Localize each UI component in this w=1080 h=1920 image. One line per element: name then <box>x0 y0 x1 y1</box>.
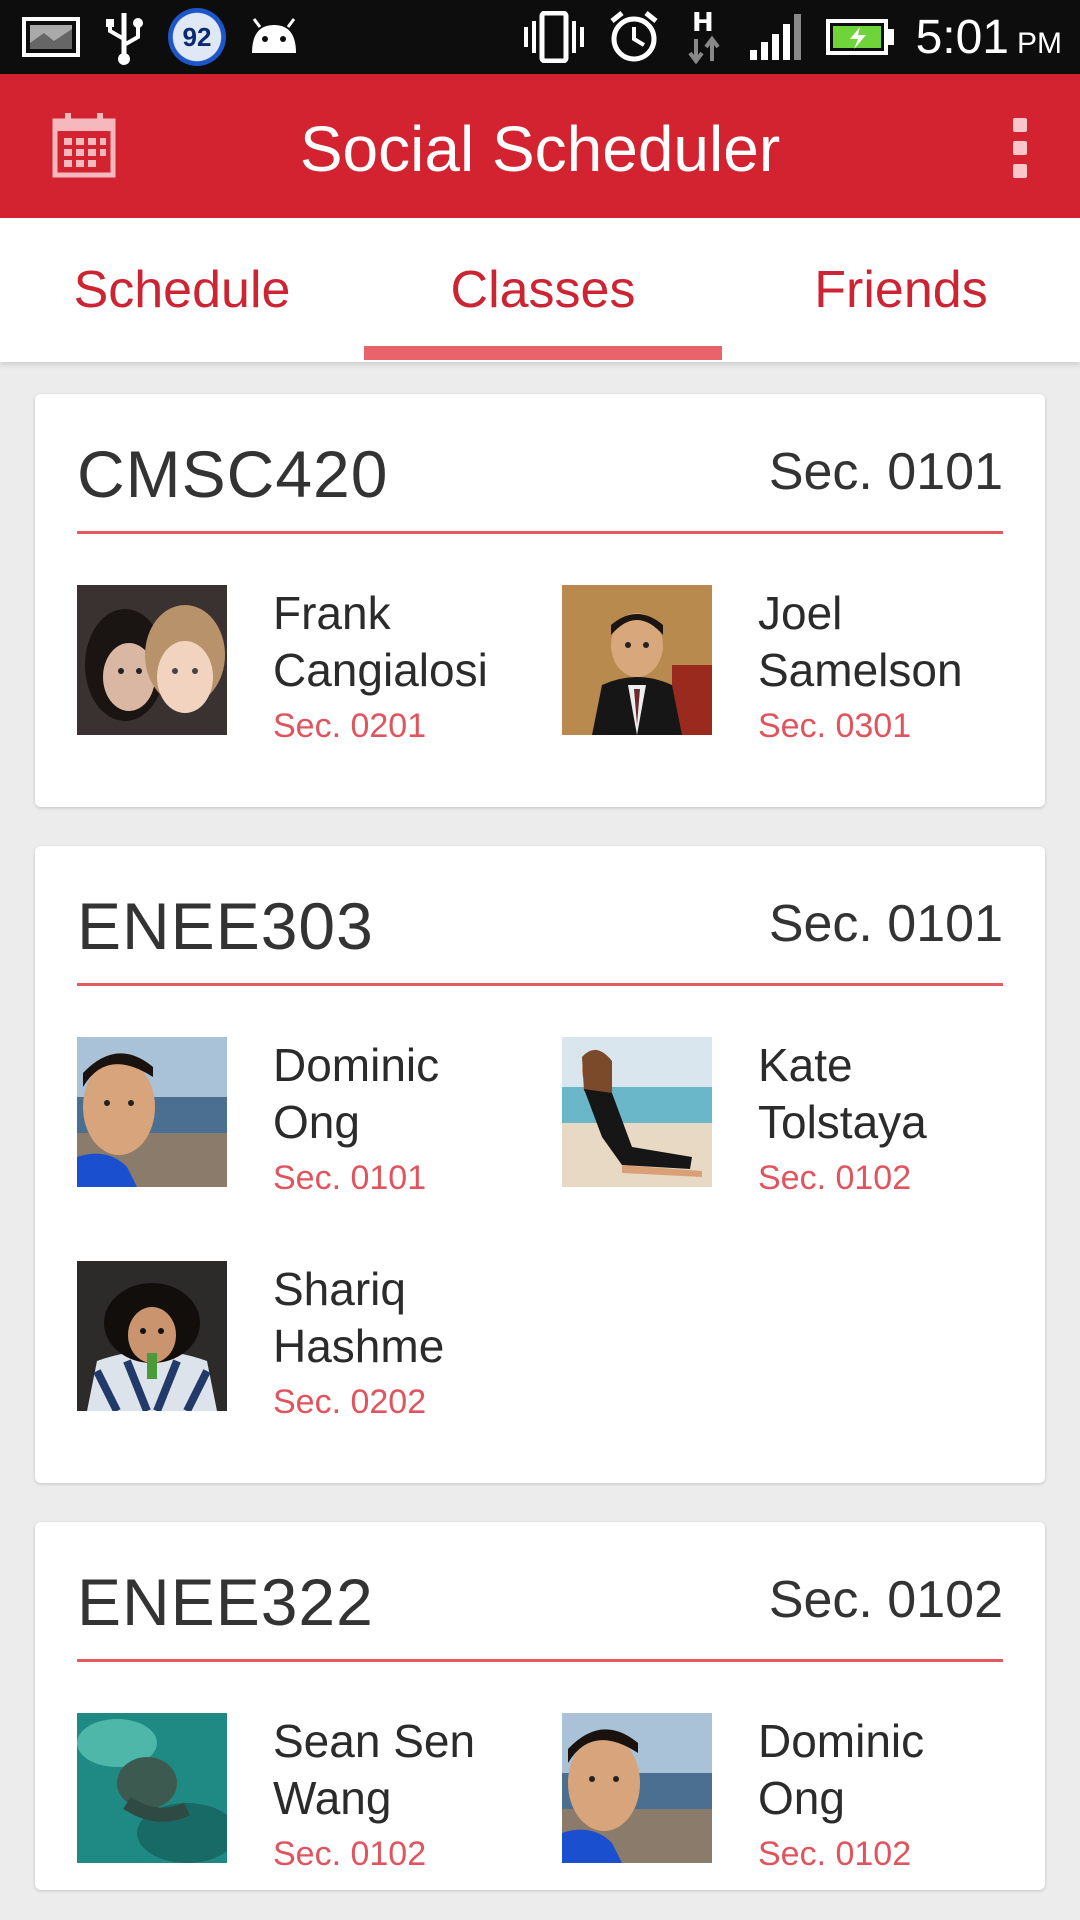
friend-name: Kate Tolstaya <box>758 1039 927 1148</box>
battery-charging-icon <box>825 17 896 57</box>
clock-ampm: PM <box>1017 26 1062 60</box>
friend-item[interactable]: Sean Sen Wang Sec. 0102 <box>77 1713 547 1873</box>
avatar <box>77 1261 227 1411</box>
class-card-header: CMSC420 Sec. 0101 <box>77 394 1003 534</box>
friend-name: Dominic Ong <box>758 1715 925 1824</box>
friend-section: Sec. 0202 <box>273 1383 427 1421</box>
class-card-header: ENEE303 Sec. 0101 <box>77 846 1003 986</box>
tab-bar: Schedule Classes Friends <box>0 218 1080 362</box>
course-code: CMSC420 <box>77 437 389 511</box>
course-section: Sec. 0101 <box>768 895 1003 953</box>
vibrate-icon <box>522 11 586 63</box>
status-bar: 92 H 5:01 PM <box>0 0 1080 74</box>
friend-item[interactable]: Frank Cangialosi Sec. 0201 <box>77 585 547 745</box>
class-card-header: ENEE322 Sec. 0102 <box>77 1522 1003 1662</box>
usb-icon <box>102 9 146 65</box>
avatar <box>562 585 712 735</box>
battery-saver-icon: 92 <box>168 8 226 66</box>
avatar <box>77 1713 227 1863</box>
signal-icon <box>748 12 806 62</box>
friend-section: Sec. 0301 <box>758 707 912 745</box>
class-card[interactable]: ENEE322 Sec. 0102 Sean Sen Wang Sec. 0102 <box>35 1522 1045 1890</box>
friend-name: Sean Sen Wang <box>273 1715 476 1824</box>
android-icon <box>248 17 300 57</box>
avatar <box>77 1037 227 1187</box>
tab-friends[interactable]: Friends <box>722 218 1080 362</box>
course-code: ENEE322 <box>77 1565 374 1639</box>
app-title: Social Scheduler <box>299 113 781 185</box>
friend-item[interactable]: Kate Tolstaya Sec. 0102 <box>562 1037 1032 1197</box>
friend-name: Dominic Ong <box>273 1039 440 1148</box>
overflow-menu-icon[interactable] <box>1010 118 1030 178</box>
friend-section: Sec. 0201 <box>273 707 427 745</box>
friend-section: Sec. 0101 <box>273 1159 427 1197</box>
alarm-icon <box>606 9 662 65</box>
friend-item[interactable]: Shariq Hashme Sec. 0202 <box>77 1261 547 1421</box>
clock-time: 5:01 <box>915 10 1009 64</box>
course-code: ENEE303 <box>77 889 374 963</box>
gallery-icon <box>22 15 80 59</box>
tab-schedule[interactable]: Schedule <box>0 218 364 362</box>
tab-classes[interactable]: Classes <box>364 218 722 362</box>
friend-section: Sec. 0102 <box>758 1159 912 1197</box>
friend-item[interactable]: Joel Samelson Sec. 0301 <box>562 585 1032 745</box>
friend-item[interactable]: Dominic Ong Sec. 0102 <box>562 1713 1032 1873</box>
friend-item[interactable]: Dominic Ong Sec. 0101 <box>77 1037 547 1197</box>
app-bar: Social Scheduler <box>0 74 1080 218</box>
course-section: Sec. 0101 <box>768 443 1003 501</box>
avatar <box>77 585 227 735</box>
friend-section: Sec. 0102 <box>273 1835 427 1873</box>
class-card[interactable]: CMSC420 Sec. 0101 Frank Cangialosi Sec. 0… <box>35 394 1045 807</box>
course-section: Sec. 0102 <box>768 1571 1003 1629</box>
data-icon: H <box>682 7 728 67</box>
avatar <box>562 1037 712 1187</box>
active-tab-indicator <box>364 346 722 360</box>
avatar <box>562 1713 712 1863</box>
friend-name: Frank Cangialosi <box>273 587 488 696</box>
class-card[interactable]: ENEE303 Sec. 0101 DominicOng Sec. 0101 <box>35 846 1045 1483</box>
friend-name: Joel Samelson <box>758 587 963 696</box>
svg-text:H: H <box>692 8 714 38</box>
friend-section: Sec. 0102 <box>758 1835 912 1873</box>
friend-name: Shariq Hashme <box>273 1263 445 1372</box>
